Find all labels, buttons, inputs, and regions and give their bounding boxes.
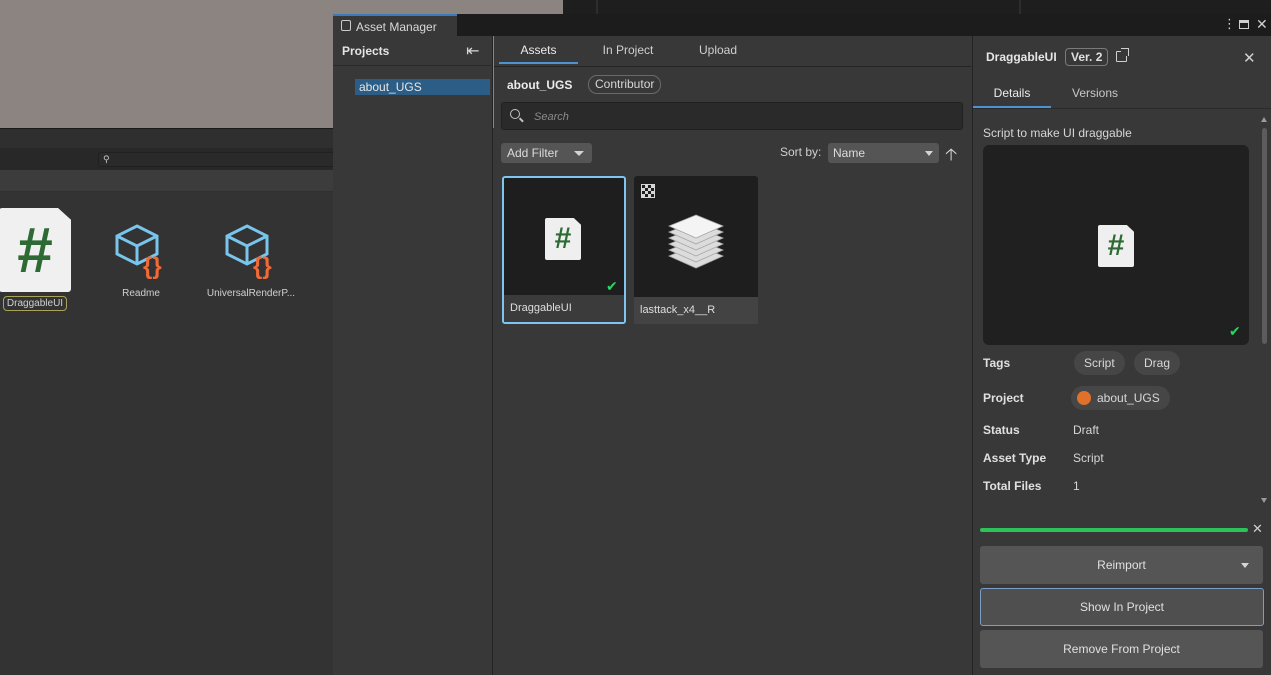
project-assets-area: # DraggableUI {} Readme {} UniversalRend… [0,192,333,675]
reimport-button[interactable]: Reimport [980,546,1263,584]
csharp-script-icon: # [0,208,71,292]
progress-fill [980,528,1248,532]
asset-card-name: lasttack_x4__R [634,297,758,324]
strip-separator [1019,0,1021,14]
stack-icon [667,214,725,269]
sort-label: Sort by: [780,145,822,159]
project-breadcrumb-bar [0,170,333,192]
details-panel: DraggableUI Ver. 2 ✕ Details Versions Sc… [972,36,1271,675]
assets-panel: Assets In Project Upload about_UGS Contr… [494,36,971,675]
tag-chip[interactable]: Script [1074,351,1125,375]
asset-type-label: Asset Type [983,451,1047,465]
scriptable-object-icon: {} [115,224,162,280]
asset-title: DraggableUI [986,50,1057,64]
project-title: about_UGS [507,78,573,92]
project-label: Project [983,391,1024,405]
scriptable-object-icon: {} [225,224,272,280]
close-details-icon[interactable]: ✕ [1243,49,1256,67]
asset-description: Script to make UI draggable [983,126,1132,140]
window-tab-bar [333,14,1271,36]
imported-check-icon: ✔ [606,278,618,294]
add-filter-button[interactable]: Add Filter [501,143,592,163]
project-asset-item[interactable]: {} UniversalRenderP... [196,220,306,300]
tab-versions[interactable]: Versions [1059,82,1131,108]
status-value: Draft [1073,423,1100,437]
remove-from-project-button[interactable]: Remove From Project [980,630,1263,668]
project-list-item[interactable]: about_UGS [355,79,490,95]
total-files-label: Total Files [983,479,1042,493]
project-asset-label: UniversalRenderP... [206,288,296,299]
tab-details[interactable]: Details [973,82,1051,108]
close-window-icon[interactable]: ✕ [1256,16,1268,32]
project-asset-label: Readme [122,288,160,299]
scroll-up-icon[interactable] [1261,117,1267,122]
tab-upload[interactable]: Upload [678,36,758,64]
bag-icon [341,20,351,31]
dismiss-progress-icon[interactable]: ✕ [1252,521,1263,537]
search-icon [510,109,520,119]
external-link-icon[interactable] [1116,48,1129,62]
svg-text:{}: {} [143,253,162,280]
project-asset-label: DraggableUI [2,296,68,311]
version-badge: Ver. 2 [1065,48,1109,66]
project-avatar-icon [1077,390,1091,405]
sort-ascending-icon[interactable]: 🡡 [945,142,957,171]
import-progress-bar [980,528,1248,532]
project-asset-item[interactable]: {} Readme [86,220,196,300]
reimport-label: Reimport [1097,558,1146,572]
asset-card-name: DraggableUI [504,295,624,322]
imported-check-icon: ✔ [1229,323,1241,339]
scrollbar-thumb[interactable] [1262,128,1267,344]
tab-in-project[interactable]: In Project [588,36,668,64]
svg-text:{}: {} [253,253,272,280]
tags-label: Tags [983,356,1011,370]
project-asset-item[interactable]: # DraggableUI [0,208,90,311]
divider [494,66,971,67]
scroll-down-icon[interactable] [1261,498,1267,503]
role-badge: Contributor [588,75,662,94]
total-files-value: 1 [1073,479,1080,493]
asset-manager-tab[interactable]: Asset Manager [333,14,457,36]
maximize-icon[interactable] [1239,17,1249,33]
search-field[interactable] [501,102,963,130]
search-input[interactable] [534,108,954,125]
search-icon: ⚲ [103,154,110,164]
sort-select[interactable]: Name [828,143,939,163]
asset-preview: # ✔ [983,145,1249,345]
strip-separator [596,0,598,14]
project-search-field[interactable]: ⚲ [98,152,338,167]
texture-icon [641,184,655,198]
divider [333,65,493,66]
window-title: Asset Manager [356,20,437,34]
projects-panel: Projects ⇤ about_UGS [333,36,493,675]
asset-card[interactable]: # ✔ DraggableUI [502,176,626,324]
details-scrollbar[interactable] [1260,114,1269,506]
project-chip-label: about_UGS [1097,391,1160,405]
show-in-project-button[interactable]: Show In Project [980,588,1264,626]
tag-chip[interactable]: Drag [1134,351,1181,375]
add-filter-label: Add Filter [507,146,559,160]
divider [973,108,1271,109]
csharp-script-icon: # [545,218,581,260]
asset-type-value: Script [1073,451,1104,465]
tab-assets[interactable]: Assets [499,36,578,64]
kebab-menu-icon[interactable]: ⋮ [1223,16,1236,32]
project-chip[interactable]: about_UGS [1071,386,1170,410]
inspector-strip [563,0,1271,14]
csharp-script-icon: # [1098,225,1134,267]
chevron-down-icon [925,151,933,156]
project-window-toolbar [0,128,333,148]
collapse-panel-icon[interactable]: ⇤ [466,41,479,61]
chevron-down-icon [574,151,584,156]
chevron-down-icon[interactable] [1241,563,1249,568]
sort-value: Name [833,146,866,160]
status-label: Status [983,423,1020,437]
asset-card[interactable]: lasttack_x4__R [634,176,758,324]
projects-header: Projects [342,44,390,58]
